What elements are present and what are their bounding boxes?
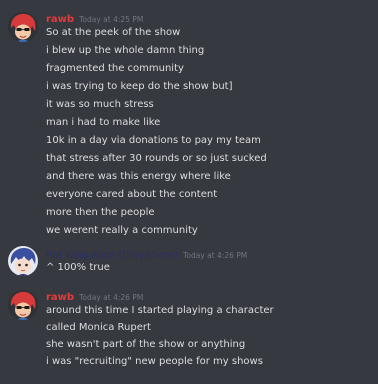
red-haired-character-avatar-icon	[8, 290, 38, 320]
message-text: i blew up the whole damn thing	[46, 45, 205, 56]
message-text: 10k in a day via donations to pay my tea…	[46, 135, 261, 146]
username[interactable]: rawb	[46, 292, 74, 303]
message-text: around this time I started playing a cha…	[46, 305, 274, 316]
chat-message-list: rawb Today at 4:25 PM So at the peek of t…	[0, 0, 378, 384]
message-text: i was trying to keep do the show but]	[46, 81, 233, 92]
username[interactable]: rawb	[46, 14, 74, 25]
message-text: and there was this energy where like	[46, 171, 231, 182]
timestamp: Today at 4:26 PM	[79, 293, 144, 302]
message-text: man i had to make like	[46, 117, 161, 128]
message-text: ^ 100% true	[46, 262, 110, 273]
timestamp: Today at 4:26 PM	[183, 251, 248, 260]
red-haired-character-avatar-icon	[8, 12, 38, 42]
avatar[interactable]	[8, 290, 38, 320]
message-text: i was "recruiting" new people for my sho…	[46, 356, 263, 367]
avatar[interactable]	[8, 246, 38, 276]
message-text: she wasn't part of the show or anything	[46, 339, 246, 350]
timestamp: Today at 4:25 PM	[79, 15, 144, 24]
message-text: called Monica Rupert	[46, 322, 151, 333]
message-text: So at the peek of the show	[46, 27, 181, 38]
username[interactable]: Rat King Alice (they/them)	[46, 250, 178, 261]
message-text: we werent really a community	[46, 225, 198, 236]
message-header: rawb Today at 4:26 PM	[46, 288, 143, 305]
message-text: fragmented the community	[46, 63, 184, 74]
message-header: rawb Today at 4:25 PM	[46, 10, 143, 27]
blue-haired-character-avatar-icon	[8, 246, 38, 276]
message-text: everyone cared about the content	[46, 189, 218, 200]
avatar[interactable]	[8, 12, 38, 42]
message-text: it was so much stress	[46, 99, 154, 110]
message-text: that stress after 30 rounds or so just s…	[46, 153, 267, 164]
message-text: more then the people	[46, 207, 155, 218]
